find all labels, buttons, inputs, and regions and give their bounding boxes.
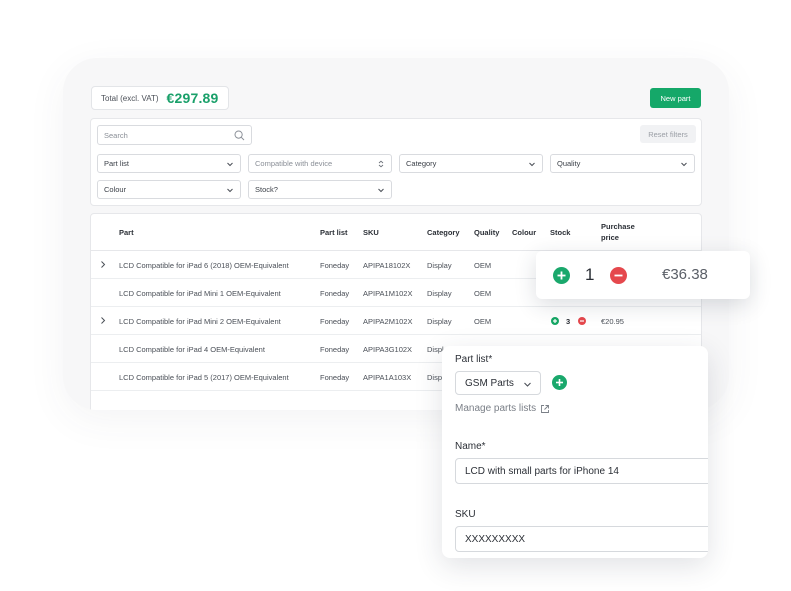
cell-sku: APIPA18102X bbox=[363, 261, 411, 270]
chevron-down-icon bbox=[378, 188, 384, 193]
cell-part-list: Foneday bbox=[320, 261, 350, 270]
search-placeholder: Search bbox=[104, 130, 128, 140]
chevron-down-icon bbox=[227, 188, 233, 193]
total-value: €297.89 bbox=[166, 90, 219, 106]
cell-sku: APIPA3G102X bbox=[363, 345, 413, 354]
cell-part: LCD Compatible for iPad Mini 2 OEM-Equiv… bbox=[119, 317, 281, 326]
cell-quality: OEM bbox=[474, 317, 492, 326]
part-list-filter-label: Part list bbox=[104, 159, 130, 168]
cell-category: Display bbox=[427, 261, 452, 270]
part-list-field-label: Part list* bbox=[455, 354, 493, 365]
reset-filters-button[interactable]: Reset filters bbox=[640, 125, 696, 143]
cell-quality: OEM bbox=[474, 261, 492, 270]
col-colour[interactable]: Colour bbox=[512, 228, 536, 237]
filters-panel: Search Reset filters Part list Compatibl… bbox=[90, 118, 702, 206]
cell-sku: APIPA1A103X bbox=[363, 373, 412, 382]
popup-stock-decrease-button[interactable] bbox=[610, 267, 627, 284]
chevron-down-icon bbox=[524, 382, 531, 387]
stock-increase-button[interactable] bbox=[551, 317, 559, 325]
part-list-select[interactable]: GSM Parts bbox=[455, 371, 541, 395]
col-purchase-price-line2[interactable]: price bbox=[601, 233, 619, 242]
popup-stock-increase-button[interactable] bbox=[553, 267, 570, 284]
chevron-right-icon[interactable] bbox=[99, 260, 107, 269]
add-part-list-button[interactable] bbox=[552, 375, 567, 390]
col-part[interactable]: Part bbox=[119, 228, 134, 237]
col-sku[interactable]: SKU bbox=[363, 228, 379, 237]
name-input-value: LCD with small parts for iPhone 14 bbox=[465, 465, 619, 477]
search-input[interactable]: Search bbox=[97, 125, 252, 145]
chevron-down-icon bbox=[681, 162, 687, 167]
new-part-button[interactable]: New part bbox=[650, 88, 701, 108]
manage-parts-lists-label: Manage parts lists bbox=[455, 403, 537, 414]
table-header: Part Part list SKU Category Quality Colo… bbox=[91, 214, 701, 251]
col-stock[interactable]: Stock bbox=[550, 228, 570, 237]
chevron-right-icon[interactable] bbox=[99, 316, 107, 325]
cell-price: €20.95 bbox=[601, 317, 624, 326]
minus-icon bbox=[580, 320, 584, 322]
col-category[interactable]: Category bbox=[427, 228, 460, 237]
new-part-form: Part list* GSM Parts Manage parts lists … bbox=[442, 346, 708, 558]
part-list-select-value: GSM Parts bbox=[465, 377, 514, 389]
plus-icon bbox=[556, 379, 563, 386]
cell-sku: APIPA1M102X bbox=[363, 289, 413, 298]
table-row[interactable]: LCD Compatible for iPad Mini 2 OEM-Equiv… bbox=[91, 307, 701, 335]
cell-quality: OEM bbox=[474, 289, 492, 298]
cell-part: LCD Compatible for iPad 6 (2018) OEM-Equ… bbox=[119, 261, 289, 270]
sort-updown-icon bbox=[378, 160, 384, 168]
category-filter-label: Category bbox=[406, 159, 437, 168]
external-link-icon bbox=[541, 404, 550, 413]
sku-input-value: XXXXXXXXX bbox=[465, 533, 526, 545]
cell-part-list: Foneday bbox=[320, 373, 350, 382]
search-icon bbox=[234, 130, 245, 141]
chevron-down-icon bbox=[529, 162, 535, 167]
plus-icon bbox=[557, 271, 566, 280]
compatible-device-filter[interactable]: Compatible with device bbox=[248, 154, 392, 173]
cell-part: LCD Compatible for iPad 5 (2017) OEM-Equ… bbox=[119, 373, 289, 382]
cell-part-list: Foneday bbox=[320, 317, 350, 326]
cell-category: Display bbox=[427, 289, 452, 298]
cell-part-list: Foneday bbox=[320, 345, 350, 354]
colour-filter-label: Colour bbox=[104, 185, 127, 194]
chevron-down-icon bbox=[227, 162, 233, 167]
cell-part-list: Foneday bbox=[320, 289, 350, 298]
col-quality[interactable]: Quality bbox=[474, 228, 499, 237]
category-filter[interactable]: Category bbox=[399, 154, 543, 173]
quality-filter[interactable]: Quality bbox=[550, 154, 695, 173]
stock-filter-label: Stock? bbox=[255, 185, 278, 194]
cell-sku: APIPA2M102X bbox=[363, 317, 413, 326]
quality-filter-label: Quality bbox=[557, 159, 581, 168]
name-input[interactable]: LCD with small parts for iPhone 14 bbox=[455, 458, 708, 484]
col-purchase-price-line1[interactable]: Purchase bbox=[601, 222, 635, 231]
cell-category: Display bbox=[427, 317, 452, 326]
cell-stock: 3 bbox=[566, 317, 571, 326]
cell-part: LCD Compatible for iPad Mini 1 OEM-Equiv… bbox=[119, 289, 281, 298]
screen: Total (excl. VAT) €297.89 New part Searc… bbox=[0, 0, 791, 591]
stock-filter[interactable]: Stock? bbox=[248, 180, 392, 199]
sku-input[interactable]: XXXXXXXXX bbox=[455, 526, 708, 552]
stock-decrease-button[interactable] bbox=[578, 317, 586, 325]
plus-icon bbox=[553, 319, 557, 323]
sku-field-label: SKU bbox=[455, 509, 476, 520]
stock-edit-popup: 1 €36.38 bbox=[536, 251, 750, 299]
colour-filter[interactable]: Colour bbox=[97, 180, 241, 199]
compatible-device-label: Compatible with device bbox=[255, 159, 333, 168]
popup-stock-price: €36.38 bbox=[662, 266, 708, 283]
cell-part: LCD Compatible for iPad 4 OEM-Equivalent bbox=[119, 345, 265, 354]
manage-parts-lists-link[interactable]: Manage parts lists bbox=[455, 403, 550, 414]
name-field-label: Name* bbox=[455, 441, 486, 452]
col-part-list[interactable]: Part list bbox=[320, 228, 348, 237]
popup-stock-quantity: 1 bbox=[585, 265, 595, 284]
part-list-filter[interactable]: Part list bbox=[97, 154, 241, 173]
minus-icon bbox=[614, 274, 623, 277]
total-label: Total (excl. VAT) bbox=[101, 93, 159, 103]
total-summary: Total (excl. VAT) €297.89 bbox=[91, 86, 229, 110]
